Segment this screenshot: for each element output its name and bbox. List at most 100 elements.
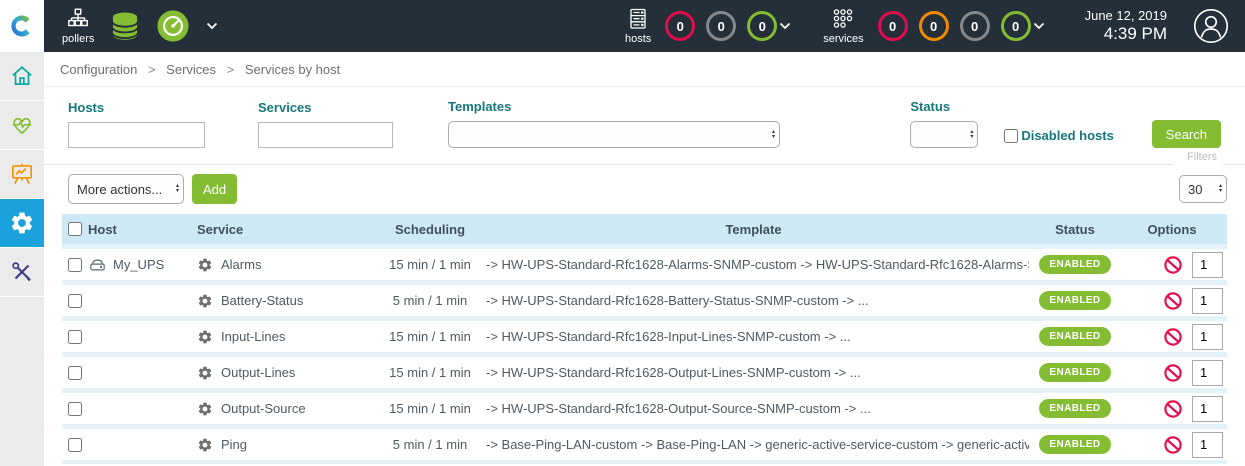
latency-gauge-icon[interactable]	[156, 8, 190, 44]
service-name-link[interactable]: Output-Source	[221, 401, 306, 416]
search-button[interactable]: Search	[1152, 120, 1221, 148]
disable-icon[interactable]	[1163, 399, 1183, 419]
service-name-link[interactable]: Ping	[221, 437, 247, 452]
services-warning-badge[interactable]: 0	[919, 11, 949, 41]
poller-status-group: pollers	[62, 7, 218, 45]
page-size-select[interactable]: 30	[1179, 175, 1227, 203]
disabled-hosts-checkbox[interactable]	[1004, 129, 1018, 143]
hosts-status-group: hosts 0 0 0	[625, 7, 791, 45]
centreon-logo[interactable]	[0, 0, 44, 52]
hosts-up-badge[interactable]: 0	[747, 11, 777, 41]
database-status-icon[interactable]	[108, 8, 142, 44]
status-badge: ENABLED	[1039, 363, 1110, 382]
breadcrumb-services[interactable]: Services	[166, 62, 216, 77]
options-count-input[interactable]	[1192, 252, 1223, 278]
template-chain: -> HW-UPS-Standard-Rfc1628-Output-Lines-…	[478, 365, 1029, 380]
row-checkbox[interactable]	[68, 294, 82, 308]
sidebar	[0, 52, 44, 466]
status-filter-select[interactable]	[910, 121, 978, 148]
hosts-chevron-down-icon[interactable]	[779, 22, 791, 30]
disable-icon[interactable]	[1163, 255, 1183, 275]
hosts-down-badge[interactable]: 0	[665, 11, 695, 41]
scheduling-value: 15 min / 1 min	[382, 329, 478, 344]
header-scheduling[interactable]: Scheduling	[382, 222, 478, 237]
row-checkbox[interactable]	[68, 366, 82, 380]
hosts-filter-input[interactable]	[68, 122, 205, 148]
time-text: 4:39 PM	[1085, 24, 1167, 44]
header-host[interactable]: Host	[88, 222, 194, 237]
services-icon	[830, 7, 856, 31]
hosts-unreachable-badge[interactable]: 0	[706, 11, 736, 41]
disable-icon[interactable]	[1163, 363, 1183, 383]
template-chain: -> HW-UPS-Standard-Rfc1628-Battery-Statu…	[478, 293, 1029, 308]
hosts-menu[interactable]: hosts	[625, 7, 651, 45]
header-template[interactable]: Template	[478, 222, 1029, 237]
hosts-icon	[625, 7, 651, 31]
user-avatar[interactable]	[1193, 8, 1229, 44]
table-header: Host Service Scheduling Template Status …	[62, 214, 1227, 244]
breadcrumb-services-by-host[interactable]: Services by host	[245, 62, 340, 77]
sidebar-item-configuration[interactable]	[0, 199, 44, 248]
breadcrumb-configuration[interactable]: Configuration	[60, 62, 137, 77]
poller-chevron-down-icon[interactable]	[206, 22, 218, 30]
services-menu[interactable]: services	[823, 7, 863, 45]
header-options[interactable]: Options	[1121, 222, 1227, 237]
pollers-icon	[65, 7, 91, 31]
options-count-input[interactable]	[1192, 324, 1223, 350]
options-count-input[interactable]	[1192, 432, 1223, 458]
sidebar-item-reporting[interactable]	[0, 150, 44, 199]
services-filter-input[interactable]	[258, 122, 393, 148]
scheduling-value: 15 min / 1 min	[382, 401, 478, 416]
templates-filter-select[interactable]	[448, 121, 780, 148]
hosts-filter-label: Hosts	[68, 100, 205, 115]
pollers-label: pollers	[62, 33, 94, 45]
disable-icon[interactable]	[1163, 327, 1183, 347]
hosts-label: hosts	[625, 33, 651, 45]
options-count-input[interactable]	[1192, 360, 1223, 386]
breadcrumb-separator: >	[148, 62, 156, 77]
scheduling-value: 15 min / 1 min	[382, 257, 478, 272]
select-all-checkbox[interactable]	[68, 222, 82, 236]
row-checkbox[interactable]	[68, 330, 82, 344]
options-count-input[interactable]	[1192, 396, 1223, 422]
row-checkbox[interactable]	[68, 438, 82, 452]
service-name-link[interactable]: Battery-Status	[221, 293, 303, 308]
service-name-link[interactable]: Input-Lines	[221, 329, 285, 344]
breadcrumb-separator: >	[227, 62, 235, 77]
disable-icon[interactable]	[1163, 435, 1183, 455]
services-critical-badge[interactable]: 0	[878, 11, 908, 41]
pollers-menu[interactable]: pollers	[62, 7, 94, 45]
templates-filter-label: Templates	[448, 99, 780, 114]
date-text: June 12, 2019	[1085, 8, 1167, 23]
disable-icon[interactable]	[1163, 291, 1183, 311]
services-chevron-down-icon[interactable]	[1033, 22, 1045, 30]
add-button[interactable]: Add	[192, 174, 237, 204]
service-gear-icon	[197, 257, 213, 273]
tools-icon	[9, 259, 35, 285]
services-status-group: services 0 0 0 0	[823, 7, 1044, 45]
more-actions-select[interactable]: More actions...	[68, 174, 184, 204]
host-name-link[interactable]: My_UPS	[113, 257, 164, 272]
actions-bar: More actions... ▴▾ Add 30 ▴▾	[44, 165, 1245, 214]
heart-pulse-icon	[9, 112, 35, 138]
header-service[interactable]: Service	[194, 222, 382, 237]
options-count-input[interactable]	[1192, 288, 1223, 314]
service-gear-icon	[197, 365, 213, 381]
row-checkbox[interactable]	[68, 402, 82, 416]
filter-bar: Hosts Services Templates ▴▾	[44, 87, 1245, 165]
service-gear-icon	[197, 293, 213, 309]
table-row: Input-Lines 15 min / 1 min -> HW-UPS-Sta…	[62, 316, 1227, 352]
service-name-link[interactable]: Output-Lines	[221, 365, 295, 380]
sidebar-item-monitoring[interactable]	[0, 101, 44, 150]
services-ok-badge[interactable]: 0	[1001, 11, 1031, 41]
table-body: My_UPS Alarms 15 min / 1 min -> HW-UPS-S…	[62, 244, 1227, 460]
presentation-chart-icon	[9, 161, 35, 187]
services-unknown-badge[interactable]: 0	[960, 11, 990, 41]
header-status[interactable]: Status	[1029, 222, 1121, 237]
row-checkbox[interactable]	[68, 258, 82, 272]
service-name-link[interactable]: Alarms	[221, 257, 261, 272]
disabled-hosts-option[interactable]: Disabled hosts	[1004, 128, 1113, 143]
sidebar-item-administration[interactable]	[0, 248, 44, 297]
sidebar-item-home[interactable]	[0, 52, 44, 101]
home-icon	[9, 63, 35, 89]
